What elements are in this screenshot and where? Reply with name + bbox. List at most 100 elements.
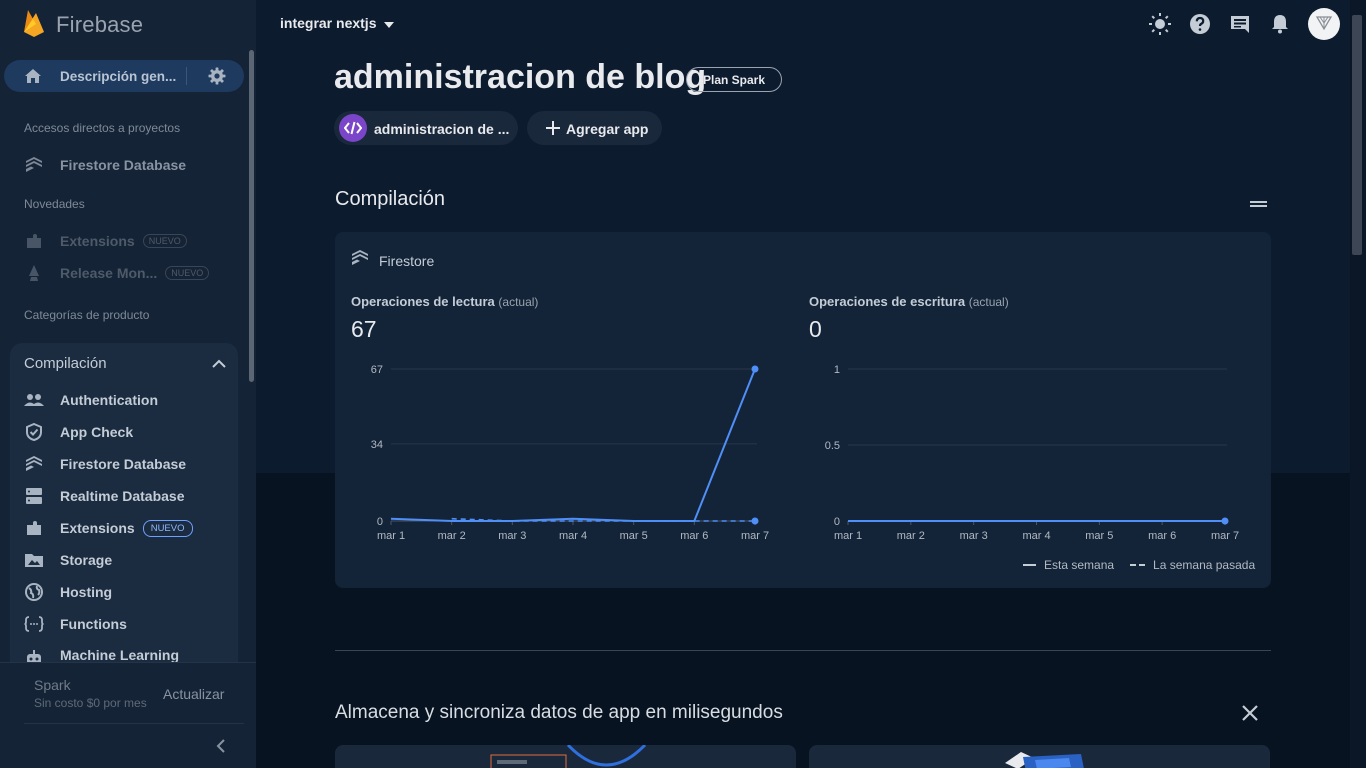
menu-icon[interactable] bbox=[1250, 195, 1267, 213]
sidebar: Firebase Descripción gen... Accesos dire… bbox=[0, 0, 256, 768]
globe-icon bbox=[24, 582, 44, 602]
close-icon[interactable] bbox=[1240, 703, 1260, 728]
sidebar-item-extensions[interactable]: Extensions NUEVO bbox=[24, 517, 193, 539]
functions-icon bbox=[24, 614, 44, 634]
shortcut-firestore-database[interactable]: Firestore Database bbox=[24, 154, 186, 176]
x-tick-label: mar 7 bbox=[1211, 530, 1239, 542]
firebase-logo-icon bbox=[22, 8, 46, 43]
legend-dashed-swatch bbox=[1130, 564, 1146, 566]
sidebar-item-label: Storage bbox=[60, 552, 113, 568]
new-badge: NUEVO bbox=[142, 519, 193, 537]
y-tick-label: 0 bbox=[377, 516, 383, 528]
plan-name: Spark bbox=[34, 677, 71, 693]
sidebar-item-label: Hosting bbox=[60, 584, 113, 600]
plus-icon bbox=[545, 120, 561, 141]
brand-name: Firebase bbox=[56, 12, 144, 37]
x-tick-label: mar 7 bbox=[741, 530, 769, 542]
x-tick-label: mar 1 bbox=[377, 530, 405, 542]
sidebar-item-extensions-new[interactable]: Extensions NUEVO bbox=[24, 230, 187, 252]
brand[interactable]: Firebase bbox=[22, 8, 144, 43]
promo-title: Almacena y sincroniza datos de app en mi… bbox=[335, 702, 783, 723]
promo-illustration-left bbox=[490, 745, 647, 768]
divider bbox=[186, 67, 187, 85]
promo-card-left[interactable] bbox=[335, 745, 796, 768]
extensions-icon bbox=[24, 231, 44, 251]
sidebar-item-release-monitoring[interactable]: Release Mon... NUEVO bbox=[24, 262, 210, 284]
gear-icon[interactable] bbox=[208, 67, 226, 90]
charts-svg: 0 34 67 mar 1 mar 2 mar 3 mar 4 mar 5 mar 6 mar 7… bbox=[371, 364, 1239, 542]
feedback-icon[interactable] bbox=[1228, 12, 1252, 36]
firestore-icon bbox=[24, 454, 44, 474]
build-category-title[interactable]: Compilación bbox=[24, 355, 107, 372]
y-tick-label: 1 bbox=[834, 364, 840, 376]
sidebar-item-label: Machine Learning bbox=[60, 647, 180, 663]
y-tick-label: 0.5 bbox=[825, 440, 840, 452]
sidebar-item-label: Authentication bbox=[60, 392, 158, 408]
x-tick-label: mar 5 bbox=[1085, 530, 1113, 542]
upgrade-button[interactable]: Actualizar bbox=[163, 686, 224, 702]
theme-toggle-sun-icon[interactable] bbox=[1148, 12, 1172, 36]
x-tick-label: mar 1 bbox=[834, 530, 862, 542]
x-tick-label: mar 4 bbox=[1022, 530, 1050, 542]
section-title: Compilación bbox=[335, 188, 446, 210]
sidebar-item-label: Extensions bbox=[60, 520, 135, 536]
sidebar-item-authentication[interactable]: Authentication bbox=[24, 389, 158, 411]
firestore-icon bbox=[24, 155, 44, 175]
page-title: administracion de blog bbox=[334, 58, 707, 96]
robot-icon bbox=[24, 647, 44, 663]
shield-icon bbox=[24, 422, 44, 442]
chevron-left-icon[interactable] bbox=[214, 738, 228, 759]
firestore-usage-card: Firestore Operaciones de lectura (actual… bbox=[335, 232, 1271, 588]
x-tick-label: mar 6 bbox=[680, 530, 708, 542]
add-app-label: Agregar app bbox=[566, 121, 649, 137]
page-scrollbar[interactable] bbox=[1352, 15, 1362, 255]
app-chip[interactable]: administracion de ... bbox=[334, 111, 518, 145]
help-icon[interactable] bbox=[1188, 12, 1212, 36]
sidebar-item-machine-learning[interactable]: Machine Learning bbox=[24, 645, 179, 663]
sidebar-scrollbar[interactable] bbox=[249, 50, 254, 382]
shortcut-label: Firestore Database bbox=[60, 157, 187, 173]
sidebar-item-app-check[interactable]: App Check bbox=[24, 421, 133, 443]
plan-chip[interactable]: Plan Spark bbox=[686, 67, 783, 92]
divider bbox=[0, 662, 256, 663]
avatar-pattern-icon bbox=[1315, 13, 1333, 36]
overview-label: Descripción gen... bbox=[60, 69, 177, 84]
promo-card-right[interactable] bbox=[809, 745, 1270, 768]
people-icon bbox=[24, 390, 44, 410]
sidebar-item-realtime-database[interactable]: Realtime Database bbox=[24, 485, 185, 507]
legend-this-week: Esta semana bbox=[1044, 558, 1115, 572]
app-chip-label: administracion de ... bbox=[374, 121, 510, 137]
sidebar-item-label: Firestore Database bbox=[60, 456, 187, 472]
storage-icon bbox=[24, 550, 44, 570]
reads-chart: 0 34 67 mar 1 mar 2 mar 3 mar 4 mar 5 mar 6 mar 7… bbox=[335, 232, 1271, 588]
project-selector[interactable]: integrar nextjs bbox=[280, 15, 395, 31]
y-tick-label: 34 bbox=[371, 439, 383, 451]
firebase-console: Firebase Descripción gen... Accesos dire… bbox=[0, 0, 1366, 768]
extensions-label: Extensions bbox=[60, 233, 135, 249]
sidebar-item-storage[interactable]: Storage bbox=[24, 549, 112, 571]
sidebar-item-firestore-database[interactable]: Firestore Database bbox=[24, 453, 186, 475]
shortcuts-title: Accesos directos a proyectos bbox=[24, 121, 181, 135]
divider bbox=[335, 650, 1271, 651]
new-badge: NUEVO bbox=[142, 234, 187, 248]
x-tick-label: mar 6 bbox=[1148, 530, 1176, 542]
plan-area: Spark Sin costo $0 por mes Actualizar bbox=[0, 662, 256, 768]
legend-last-week: La semana pasada bbox=[1153, 558, 1256, 572]
chevron-up-icon[interactable] bbox=[212, 356, 226, 374]
release-monitor-icon bbox=[24, 263, 44, 283]
add-app-button[interactable]: Agregar app bbox=[527, 111, 662, 145]
sidebar-item-functions[interactable]: Functions bbox=[24, 613, 127, 635]
release-monitor-label: Release Mon... bbox=[60, 265, 158, 281]
sidebar-item-hosting[interactable]: Hosting bbox=[24, 581, 112, 603]
caret-down-icon bbox=[384, 15, 395, 31]
x-tick-label: mar 3 bbox=[960, 530, 988, 542]
web-code-icon bbox=[339, 114, 367, 142]
y-tick-label: 0 bbox=[834, 516, 840, 528]
sidebar-item-overview[interactable]: Descripción gen... bbox=[4, 60, 244, 92]
promo-illustration-right bbox=[1005, 752, 1084, 768]
notifications-bell-icon[interactable] bbox=[1268, 12, 1292, 36]
avatar[interactable] bbox=[1308, 8, 1340, 40]
x-tick-label: mar 2 bbox=[897, 530, 925, 542]
database-icon bbox=[24, 486, 44, 506]
series-this-week-point bbox=[751, 365, 759, 373]
